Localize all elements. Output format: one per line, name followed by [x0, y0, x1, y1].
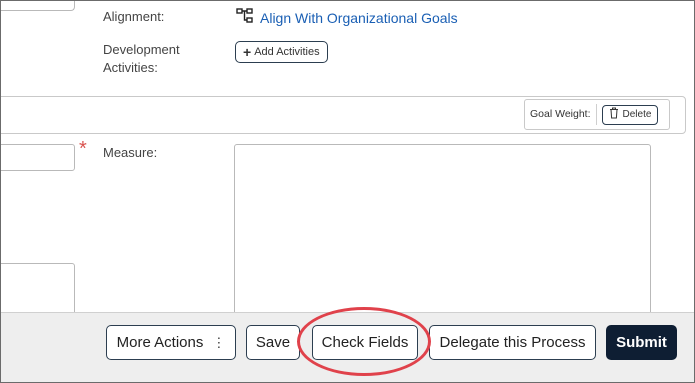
save-label: Save: [255, 334, 291, 351]
measure-textarea[interactable]: [234, 144, 651, 334]
goal-weight-label: Goal Weight:: [530, 104, 597, 125]
goal-weight-group: Goal Weight: Delete: [524, 99, 670, 130]
add-activities-label: Add Activities: [254, 46, 320, 58]
partial-text-field[interactable]: [1, 1, 75, 11]
delete-label: Delete: [622, 109, 652, 120]
kebab-menu-icon: ⋮: [212, 335, 226, 350]
delegate-label: Delegate this Process: [439, 334, 586, 351]
development-label-line2: Activities:: [103, 60, 158, 75]
goal-form-window: Alignment: Align With Organizational Goa…: [0, 0, 695, 383]
more-actions-button[interactable]: More Actions ⋮: [106, 325, 236, 360]
alignment-label: Alignment:: [103, 9, 165, 24]
required-marker: *: [79, 138, 87, 160]
trash-icon: [609, 107, 619, 122]
check-fields-button[interactable]: Check Fields: [312, 325, 418, 360]
hierarchy-icon: [236, 8, 254, 27]
goal-name-field[interactable]: [1, 144, 75, 171]
add-activities-button[interactable]: + Add Activities: [235, 41, 328, 63]
plus-icon: +: [243, 44, 252, 60]
delegate-process-button[interactable]: Delegate this Process: [429, 325, 596, 360]
submit-label: Submit: [616, 334, 667, 351]
align-link-text: Align With Organizational Goals: [260, 9, 458, 26]
development-label-line1: Development: [103, 42, 180, 57]
save-button[interactable]: Save: [246, 325, 300, 360]
development-activities-label: Development Activities:: [103, 41, 180, 77]
check-fields-label: Check Fields: [321, 334, 409, 351]
delete-goal-button[interactable]: Delete: [601, 104, 659, 125]
measure-label: Measure:: [103, 145, 158, 160]
align-goals-link[interactable]: Align With Organizational Goals: [236, 8, 458, 27]
more-actions-label: More Actions: [116, 334, 204, 351]
submit-button[interactable]: Submit: [606, 325, 677, 360]
